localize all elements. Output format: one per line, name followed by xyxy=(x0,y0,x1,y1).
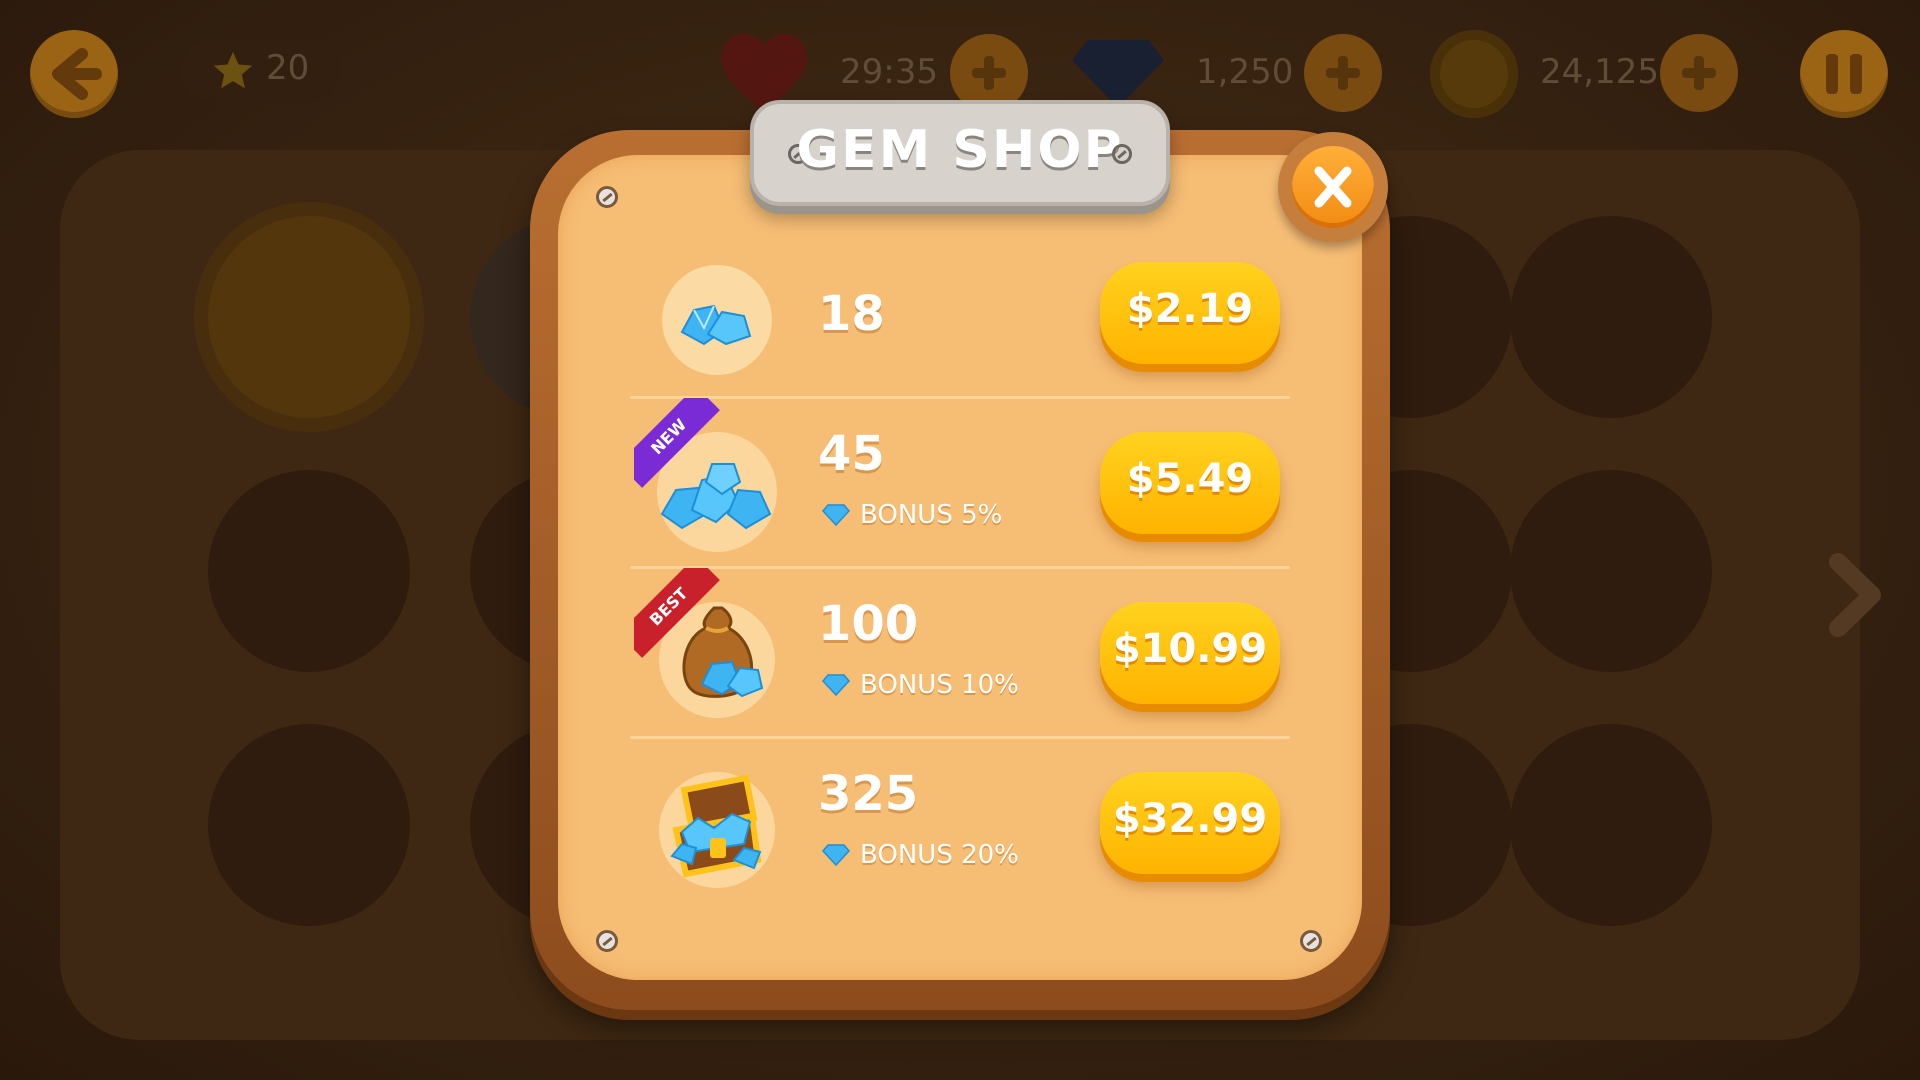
new-badge: NEW xyxy=(634,398,724,488)
price-label: $32.99 xyxy=(1112,796,1268,842)
small-gem-pile-icon xyxy=(642,240,792,390)
buy-button[interactable]: $5.49 xyxy=(1100,432,1280,534)
buy-button[interactable]: $32.99 xyxy=(1100,772,1280,874)
price-label: $5.49 xyxy=(1126,456,1254,502)
buy-button[interactable]: $10.99 xyxy=(1100,602,1280,704)
shop-title: GEM SHOP xyxy=(796,120,1124,180)
gem-amount: 18 xyxy=(818,286,885,342)
screw-decoration xyxy=(596,186,618,208)
mini-gem-icon xyxy=(822,674,850,696)
bonus-text: BONUS 20% xyxy=(860,840,1019,870)
price-label: $10.99 xyxy=(1112,626,1268,672)
bonus-label: BONUS 20% xyxy=(822,840,1019,870)
gem-amount: 325 xyxy=(818,766,919,822)
gem-amount: 100 xyxy=(818,596,919,652)
bonus-text: BONUS 10% xyxy=(860,670,1019,700)
bonus-label: BONUS 5% xyxy=(822,500,1002,530)
close-button[interactable] xyxy=(1278,132,1388,242)
best-badge: BEST xyxy=(634,568,724,658)
mini-gem-icon xyxy=(822,504,850,526)
screw-decoration xyxy=(1300,930,1322,952)
gem-pack-row: BEST 100 BONUS 10% $10.99 xyxy=(630,568,1290,738)
gem-pack-row: NEW 45 BONUS 5% $5.49 xyxy=(630,398,1290,568)
close-icon xyxy=(1314,166,1352,208)
bonus-label: BONUS 10% xyxy=(822,670,1019,700)
treasure-chest-icon xyxy=(642,748,792,898)
screw-decoration xyxy=(1112,144,1132,164)
price-label: $2.19 xyxy=(1126,286,1254,332)
mini-gem-icon xyxy=(822,844,850,866)
gem-pack-row: 325 BONUS 20% $32.99 xyxy=(630,738,1290,908)
title-plate: GEM SHOP xyxy=(750,100,1170,206)
bonus-text: BONUS 5% xyxy=(860,500,1003,530)
buy-button[interactable]: $2.19 xyxy=(1100,262,1280,364)
gem-amount: 45 xyxy=(818,426,885,482)
gem-pack-row: 18 $2.19 xyxy=(630,230,1290,400)
screw-decoration xyxy=(596,930,618,952)
